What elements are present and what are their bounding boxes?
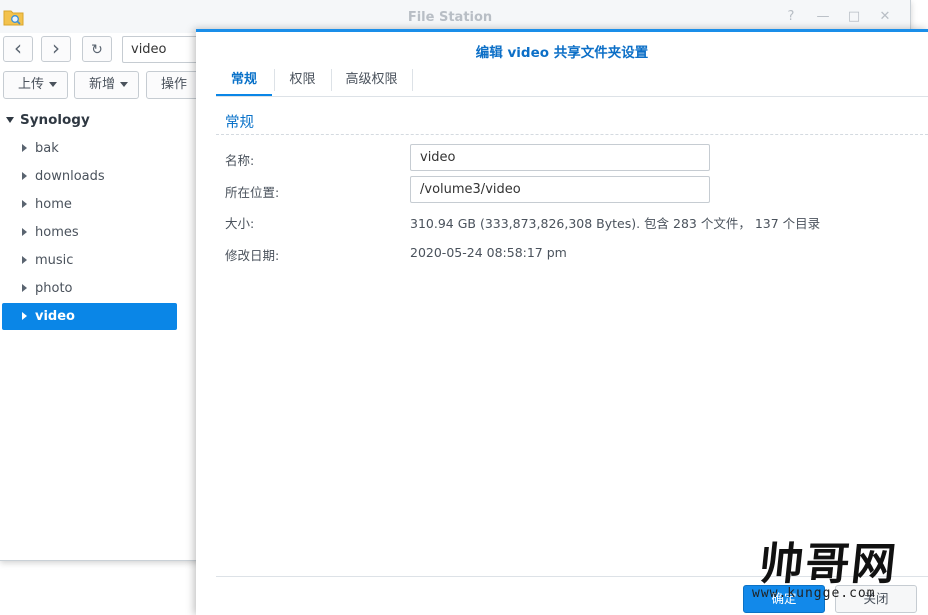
section-divider bbox=[216, 134, 928, 135]
tab-advanced-permissions[interactable]: 高级权限 bbox=[332, 65, 411, 96]
triangle-right-icon bbox=[22, 311, 27, 320]
tree-item-label: photo bbox=[35, 281, 73, 296]
name-label: 名称: bbox=[225, 153, 255, 168]
modified-date-label: 修改日期: bbox=[225, 248, 280, 263]
tab-bar: 常规 权限 高级权限 bbox=[216, 65, 928, 97]
size-label: 大小: bbox=[225, 216, 255, 231]
forward-button[interactable]: › bbox=[41, 36, 71, 62]
chevron-right-icon: › bbox=[52, 36, 60, 60]
help-icon[interactable]: ? bbox=[782, 8, 800, 26]
size-value: 310.94 GB (333,873,826,308 Bytes). 包含 28… bbox=[410, 216, 821, 231]
triangle-right-icon bbox=[22, 255, 27, 264]
tree-item-video[interactable]: video bbox=[2, 303, 177, 330]
triangle-right-icon bbox=[22, 199, 27, 208]
triangle-down-icon bbox=[6, 117, 14, 123]
caret-down-icon bbox=[120, 82, 129, 87]
caret-down-icon bbox=[49, 82, 58, 87]
back-button[interactable]: ‹ bbox=[3, 36, 33, 62]
window-title: File Station bbox=[407, 10, 493, 25]
tree-item-label: video bbox=[35, 309, 75, 324]
tree-item-photo[interactable]: photo bbox=[2, 275, 177, 302]
tab-general[interactable]: 常规 bbox=[216, 65, 272, 96]
tree-root-label: Synology bbox=[20, 112, 90, 128]
ok-button[interactable]: 确定 bbox=[743, 585, 825, 613]
close-button[interactable]: 关闭 bbox=[835, 585, 917, 613]
triangle-right-icon bbox=[22, 227, 27, 236]
maximize-icon[interactable]: □ bbox=[845, 8, 863, 26]
section-title: 常规 bbox=[225, 115, 254, 131]
action-label: 操作 bbox=[161, 77, 188, 92]
triangle-right-icon bbox=[22, 171, 27, 180]
path-field[interactable]: video bbox=[122, 36, 202, 63]
refresh-icon: ↻ bbox=[91, 42, 103, 58]
tree-root-synology[interactable]: Synology bbox=[6, 112, 90, 128]
edit-shared-folder-dialog: 编辑 video 共享文件夹设置 常规 权限 高级权限 常规 名称: 所在位置:… bbox=[196, 29, 928, 615]
tree-item-label: music bbox=[35, 253, 74, 268]
minimize-icon[interactable]: — bbox=[814, 8, 832, 26]
tree-item-bak[interactable]: bak bbox=[2, 135, 177, 162]
modified-date-value: 2020-05-24 08:58:17 pm bbox=[410, 245, 567, 260]
tree-item-label: homes bbox=[35, 225, 79, 240]
tree-item-downloads[interactable]: downloads bbox=[2, 163, 177, 190]
triangle-right-icon bbox=[22, 143, 27, 152]
location-field[interactable] bbox=[410, 176, 710, 203]
create-label: 新增 bbox=[89, 77, 116, 92]
refresh-button[interactable]: ↻ bbox=[82, 36, 112, 62]
dialog-title: 编辑 video 共享文件夹设置 bbox=[475, 45, 649, 61]
tab-permissions[interactable]: 权限 bbox=[275, 65, 330, 96]
chevron-left-icon: ‹ bbox=[14, 36, 22, 60]
upload-button[interactable]: 上传 bbox=[3, 71, 68, 99]
close-icon[interactable]: ✕ bbox=[876, 8, 894, 26]
location-label: 所在位置: bbox=[225, 185, 280, 200]
tab-divider bbox=[412, 69, 413, 91]
tree-item-home[interactable]: home bbox=[2, 191, 177, 218]
tree-item-homes[interactable]: homes bbox=[2, 219, 177, 246]
tree-item-music[interactable]: music bbox=[2, 247, 177, 274]
footer-divider bbox=[216, 576, 928, 577]
upload-label: 上传 bbox=[18, 77, 45, 92]
create-button[interactable]: 新增 bbox=[74, 71, 139, 99]
tree-item-label: downloads bbox=[35, 169, 105, 184]
tree-item-label: home bbox=[35, 197, 72, 212]
name-field[interactable] bbox=[410, 144, 710, 171]
triangle-right-icon bbox=[22, 283, 27, 292]
tree-item-label: bak bbox=[35, 141, 59, 156]
